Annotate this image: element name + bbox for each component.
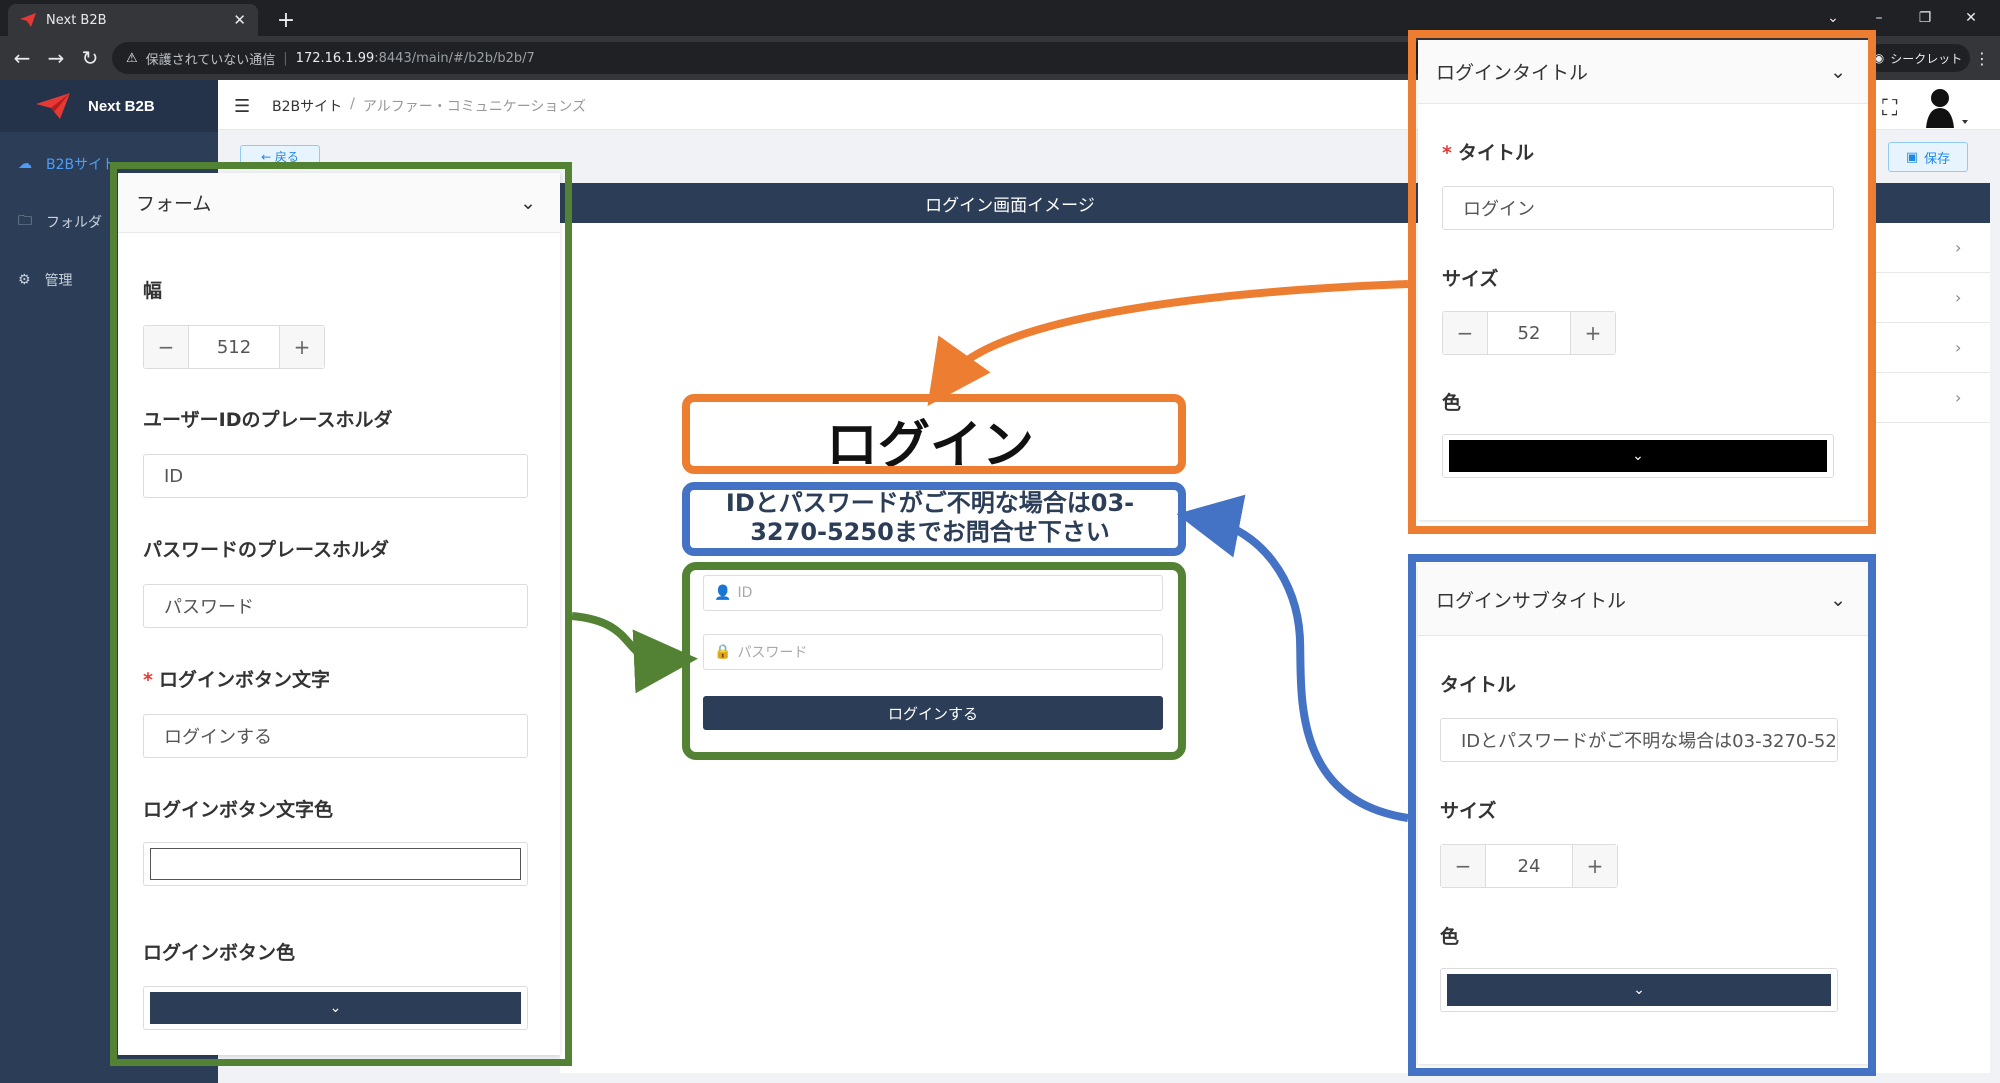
- orange-arrow: [927, 280, 1409, 407]
- annotation-arrows: [571, 280, 1409, 822]
- green-arrow: [571, 612, 698, 694]
- blue-arrow: [1176, 494, 1409, 822]
